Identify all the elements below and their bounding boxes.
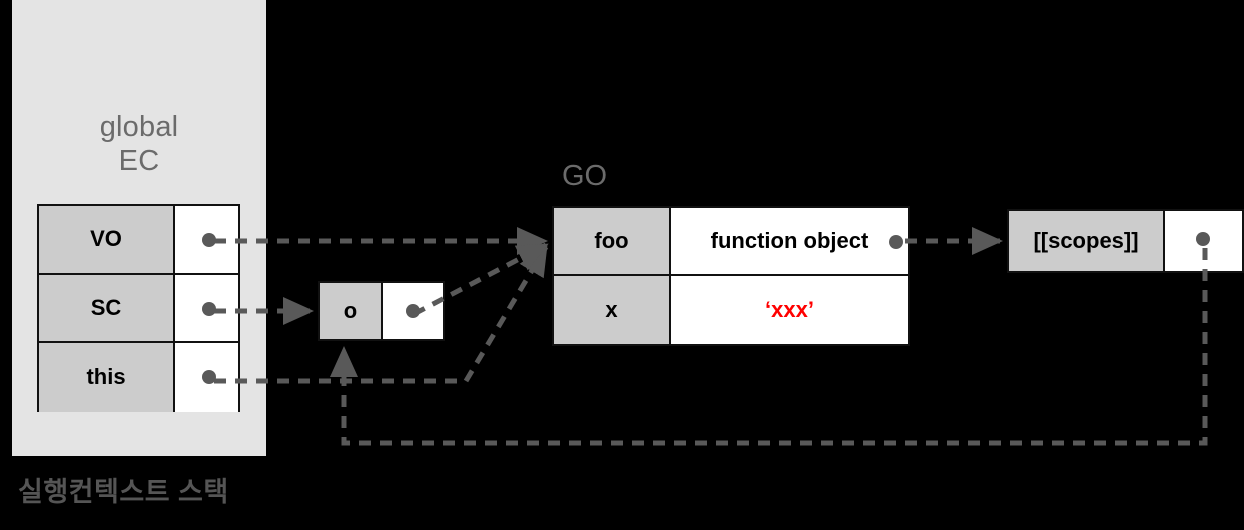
go-label: GO <box>562 160 608 192</box>
go-row-key-x: x <box>554 276 671 344</box>
table-row[interactable]: this <box>39 343 238 412</box>
ec-row-value-vo <box>175 206 238 273</box>
table-row[interactable]: x ‘xxx’ <box>554 276 908 344</box>
go-value-text-x: ‘xxx’ <box>765 297 814 322</box>
table-row[interactable]: [[scopes]] <box>1009 211 1242 271</box>
ec-row-value-sc <box>175 274 238 342</box>
go-value-text-foo: function object <box>710 228 869 253</box>
pointer-dot-icon <box>202 233 216 247</box>
go-row-value-x: ‘xxx’ <box>671 276 908 344</box>
global-ec-table: VO SC this <box>37 204 240 412</box>
pointer-dot-icon <box>1196 232 1210 246</box>
global-ec-label: global EC <box>99 111 179 177</box>
table-row[interactable]: SC <box>39 274 238 344</box>
global-object-table: foo function object x ‘xxx’ <box>552 206 910 346</box>
o-row-value <box>383 283 443 339</box>
diagram-canvas: global EC GO VO SC this o foo function o… <box>0 0 1244 530</box>
table-row[interactable]: VO <box>39 206 238 275</box>
pointer-dot-icon <box>202 370 216 385</box>
ec-row-key-sc: SC <box>39 274 175 342</box>
go-row-key-foo: foo <box>554 208 671 274</box>
table-row[interactable]: o <box>320 283 443 339</box>
table-row[interactable]: foo function object <box>554 208 908 276</box>
stack-caption: 실행컨텍스트 스택 <box>18 477 229 507</box>
pointer-dot-icon <box>889 235 903 249</box>
go-row-value-foo: function object <box>671 208 908 274</box>
ec-row-value-this <box>175 343 238 412</box>
ec-row-key-this: this <box>39 343 175 412</box>
ec-row-key-vo: VO <box>39 206 175 273</box>
pointer-dot-icon <box>202 301 216 316</box>
o-object-box: o <box>318 281 445 341</box>
o-row-key: o <box>320 283 383 339</box>
scopes-row-key: [[scopes]] <box>1009 211 1165 271</box>
scopes-box: [[scopes]] <box>1007 209 1244 273</box>
scopes-row-value <box>1165 211 1242 271</box>
pointer-dot-icon <box>406 304 420 318</box>
